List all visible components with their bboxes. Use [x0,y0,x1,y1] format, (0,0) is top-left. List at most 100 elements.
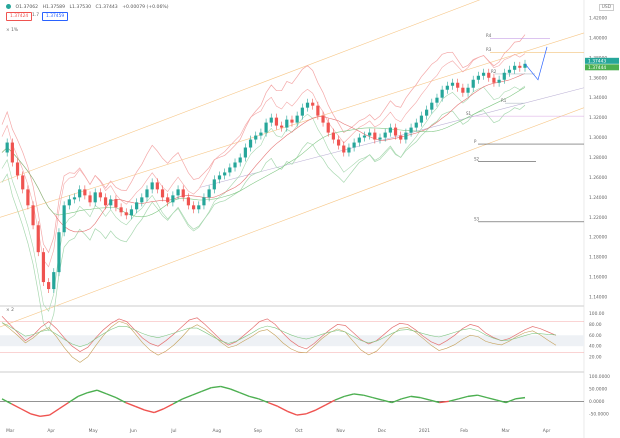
candle-body [321,115,325,123]
pivot-label: R3 [486,47,492,52]
momentum-segment [477,394,488,399]
candle-body [217,175,222,180]
candle-body [228,167,232,173]
candle-body [119,207,123,213]
candle-body [435,97,439,103]
candle-body [254,135,258,140]
candle-body [191,205,196,210]
x-tick-label: Apr [47,428,55,434]
ohlc-open: O1.37062 [15,5,39,10]
candle-body [171,195,175,203]
candle-body [388,127,392,133]
y-tick-label: 20.00 [589,355,602,361]
x-tick-label: Jun [129,428,137,434]
candle-body [41,252,46,283]
momentum-segment [68,395,79,404]
momentum-segment [58,402,69,410]
candle-body [57,232,61,273]
momentum-segment [363,394,374,399]
buy-price-box[interactable]: 1.37459 [42,12,69,21]
indicator-legend-1[interactable]: × 1% [6,28,18,33]
candle-body [202,197,206,206]
momentum-segment [144,409,155,414]
y-tick-label: -50.0000 [589,411,609,417]
pivot-label: R4 [486,33,492,38]
candle-body [160,189,165,198]
y-tick-label: 1.30000 [589,135,607,141]
candle-body [264,122,268,133]
momentum-segment [391,398,402,404]
candle-body [207,189,211,198]
x-tick-label: Oct [295,428,303,434]
candle-body [31,205,35,226]
candle-body [305,102,310,108]
momentum-segment [401,395,412,400]
candle-body [419,115,424,123]
candle-body [124,212,128,216]
candle-body [10,142,14,163]
candle-body [140,197,144,203]
oscillator-band [0,335,584,347]
lower-band-inner [1,85,526,312]
candle-body [93,192,97,203]
momentum-segment [115,397,126,404]
candle-body [15,162,20,176]
momentum-segment [334,395,345,401]
x-tick-label: May [89,428,98,434]
y-tick-label: 1.26000 [589,175,607,181]
momentum-segment [410,395,421,399]
candle-body [223,172,227,176]
candle-body [409,127,413,133]
candle-body [21,175,25,190]
momentum-segment [420,396,431,401]
momentum-segment [153,408,164,414]
candle-body [26,189,30,206]
momentum-segment [11,403,22,410]
candle-body [269,117,273,123]
candle-body [135,202,139,210]
candle-body [466,87,470,93]
candle-body [36,225,40,253]
x-tick-label: Feb [460,428,468,434]
chart-canvas[interactable]: 1.420001.400001.380001.360001.340001.320… [0,0,620,438]
momentum-segment [249,395,259,400]
chart-window: 1.420001.400001.380001.360001.340001.320… [0,0,620,438]
candle-body [383,132,387,138]
x-tick-label: Mar [501,428,509,434]
last-price-label: 1.37443 [588,58,606,64]
momentum-segment [239,391,250,398]
candle-body [347,147,351,153]
momentum-segment [324,399,336,406]
candle-body [336,139,341,146]
candle-body [342,145,346,153]
sell-price-box[interactable]: 1.37424 [6,12,33,21]
candle-body [362,135,367,138]
candle-body [67,199,71,206]
candle-body [326,122,330,133]
y-tick-label: 1.36000 [589,75,607,81]
candle-body [331,132,336,140]
y-tick-label: 0.0000 [589,399,605,405]
x-tick-label: Aug [212,428,221,434]
candle-body [399,135,403,140]
x-tick-label: Apr [543,428,551,434]
momentum-segment [30,413,41,417]
candle-body [461,87,465,93]
candle-body [502,72,506,80]
candle-body [456,82,460,88]
candle-body [445,85,449,90]
currency-label: USD [598,4,614,11]
candle-body [316,105,320,116]
momentum-segment [77,391,88,398]
candle-body [83,189,87,196]
momentum-segment [49,408,60,416]
indicator-legend-2[interactable]: × 2 [6,308,14,313]
candle-body [430,102,434,110]
momentum-segment [96,389,107,395]
momentum-segment [458,395,469,400]
y-tick-label: 1.22000 [589,215,607,221]
candle-body [114,199,118,208]
momentum-segment [467,394,478,398]
y-tick-label: 1.28000 [589,155,607,161]
candle-body [300,107,304,116]
